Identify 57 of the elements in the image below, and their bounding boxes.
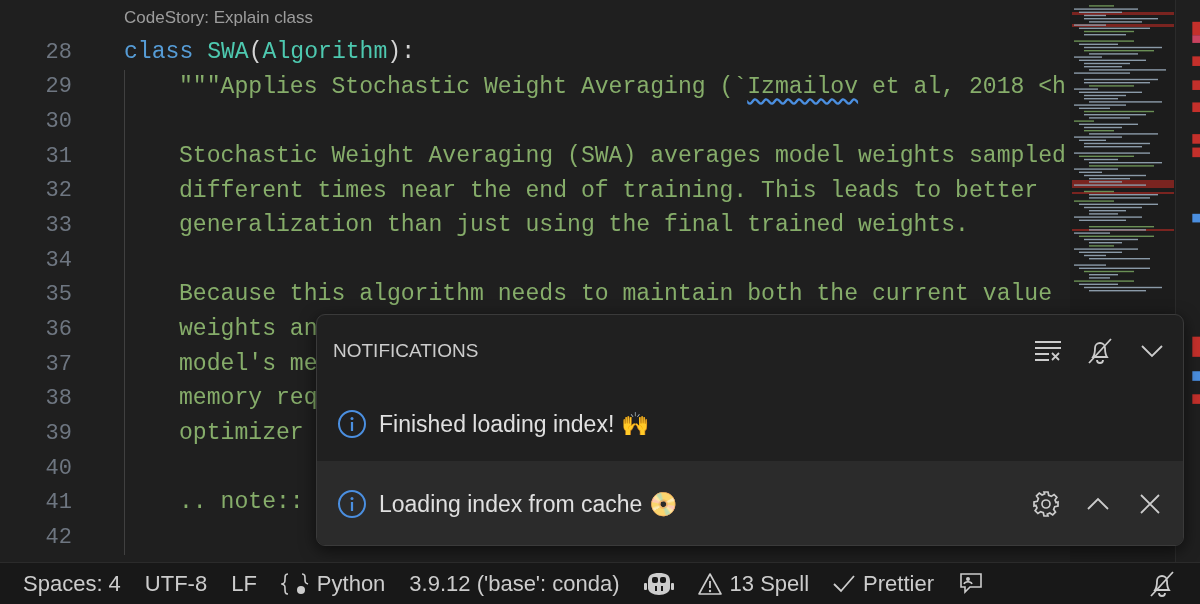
- docstring-text: .. note::: [179, 488, 304, 518]
- language-status[interactable]: Python: [316, 567, 386, 600]
- punctuation: (: [248, 38, 263, 67]
- line-ending-status[interactable]: LF: [231, 567, 257, 600]
- feedback-icon[interactable]: [958, 570, 984, 597]
- docstring-text: et al, 2018 <h: [871, 72, 1066, 102]
- line-number: 42: [44, 523, 72, 552]
- chevron-down-icon: [1141, 344, 1163, 358]
- line-number: 40: [44, 454, 72, 483]
- docstring-text: generalization than just using the final trained weights.: [179, 211, 969, 241]
- info-icon: [337, 409, 367, 439]
- codelens-link[interactable]: CodeStory: Explain class: [124, 4, 313, 31]
- spell-status[interactable]: 13 Spell: [729, 567, 810, 600]
- docstring-text: """Applies Stochastic Weight Averaging (`: [179, 72, 748, 102]
- docstring-text: Because this algorithm needs to maintain both the current value: [179, 280, 1053, 310]
- line-number: 36: [44, 315, 72, 344]
- panel-title: NOTIFICATIONS: [333, 338, 479, 363]
- line-number: 34: [44, 246, 72, 275]
- punctuation: ):: [387, 38, 416, 67]
- formatter-status[interactable]: Prettier: [863, 567, 934, 600]
- line-number: 35: [44, 281, 72, 310]
- docstring-text: optimizer: [179, 419, 304, 449]
- notification-item[interactable]: Finished loading index! 🙌: [317, 387, 1183, 461]
- braces-icon: [280, 571, 309, 596]
- line-number: 41: [44, 489, 72, 518]
- copilot-icon[interactable]: [643, 570, 674, 597]
- class-name: Algorithm: [262, 38, 388, 67]
- misspelled-word: Izmailov: [747, 72, 859, 102]
- line-number: 39: [44, 419, 72, 448]
- line-number: 28: [44, 38, 72, 67]
- class-name: SWA: [207, 38, 249, 67]
- notification-message: Loading index from cache 📀: [379, 489, 678, 519]
- line-number: 38: [44, 385, 72, 414]
- docstring-text: model's me: [179, 349, 318, 379]
- bell-slash-icon[interactable]: [1148, 569, 1176, 598]
- notification-item[interactable]: Loading index from cache 📀: [317, 461, 1183, 545]
- docstring-text: weights an: [179, 315, 318, 345]
- docstring-text: memory req: [179, 384, 318, 414]
- bell-slash-button[interactable]: [1085, 336, 1115, 366]
- line-number: 32: [44, 177, 72, 206]
- indentation-status[interactable]: Spaces: 4: [23, 567, 121, 600]
- keyword: class: [124, 38, 194, 67]
- encoding-status[interactable]: UTF-8: [144, 567, 208, 600]
- warning-icon: [697, 572, 722, 595]
- line-number: 31: [44, 142, 72, 171]
- check-icon: [833, 574, 856, 593]
- docstring-text: Stochastic Weight Averaging (SWA) averages model weights sampled: [179, 141, 1066, 171]
- docstring-text: different times near the end of training. This leads to better: [179, 176, 1039, 206]
- line-number: 33: [44, 212, 72, 240]
- chevron-up-icon: [1087, 497, 1109, 511]
- line-number: 30: [44, 108, 72, 137]
- notification-message: Finished loading index! 🙌: [379, 409, 650, 439]
- line-number: 37: [44, 350, 72, 379]
- settings-button[interactable]: [1031, 489, 1061, 519]
- interpreter-status[interactable]: 3.9.12 ('base': conda): [409, 567, 620, 600]
- info-icon: [337, 489, 367, 519]
- line-number: 29: [44, 73, 72, 102]
